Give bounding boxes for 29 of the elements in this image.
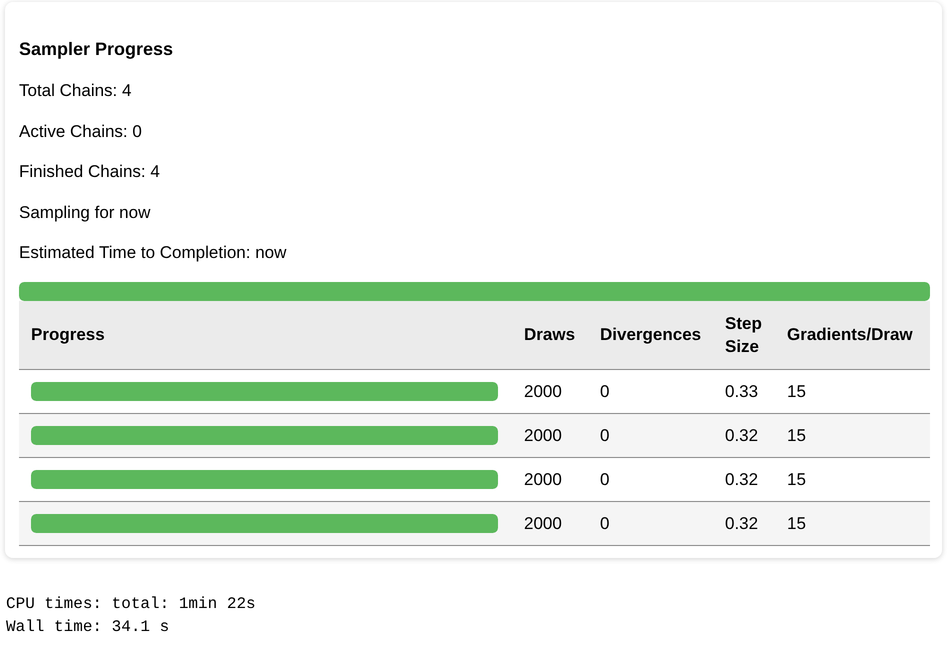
table-cell: 0.32 — [713, 414, 775, 458]
table-cell: 0.32 — [713, 502, 775, 546]
table-cell: 15 — [775, 458, 930, 502]
table-cell: 2000 — [512, 370, 588, 414]
stat-text: Total Chains: 4 — [19, 80, 132, 102]
table-cell: 15 — [775, 370, 930, 414]
output-text: Wall time: 34.1 s — [6, 617, 170, 638]
table-cell: 0.33 — [713, 370, 775, 414]
table-cell: 0.32 — [713, 458, 775, 502]
table-cell: 0 — [588, 502, 713, 546]
table-cell: 0 — [588, 370, 713, 414]
table-cell: 15 — [775, 414, 930, 458]
card-title: Sampler Progress — [19, 38, 174, 61]
table-cell: 0 — [588, 458, 713, 502]
table-cell: 2000 — [512, 414, 588, 458]
stat-text: Estimated Time to Completion: now — [19, 242, 286, 264]
column-header: Progress — [19, 300, 512, 370]
table-cell: 2000 — [512, 502, 588, 546]
table-cell: 15 — [775, 502, 930, 546]
stat-text: Finished Chains: 4 — [19, 161, 160, 183]
stat-text: Active Chains: 0 — [19, 120, 142, 142]
output-text: CPU times: total: 1min 22s — [6, 594, 256, 615]
column-header: Step Size — [713, 300, 775, 370]
column-header: Gradients/Draw — [775, 300, 930, 370]
column-header: Divergences — [588, 300, 713, 370]
stat-text: Sampling for now — [19, 202, 150, 224]
column-header: Draws — [512, 300, 588, 370]
table-cell: 0 — [588, 414, 713, 458]
table-cell: 2000 — [512, 458, 588, 502]
